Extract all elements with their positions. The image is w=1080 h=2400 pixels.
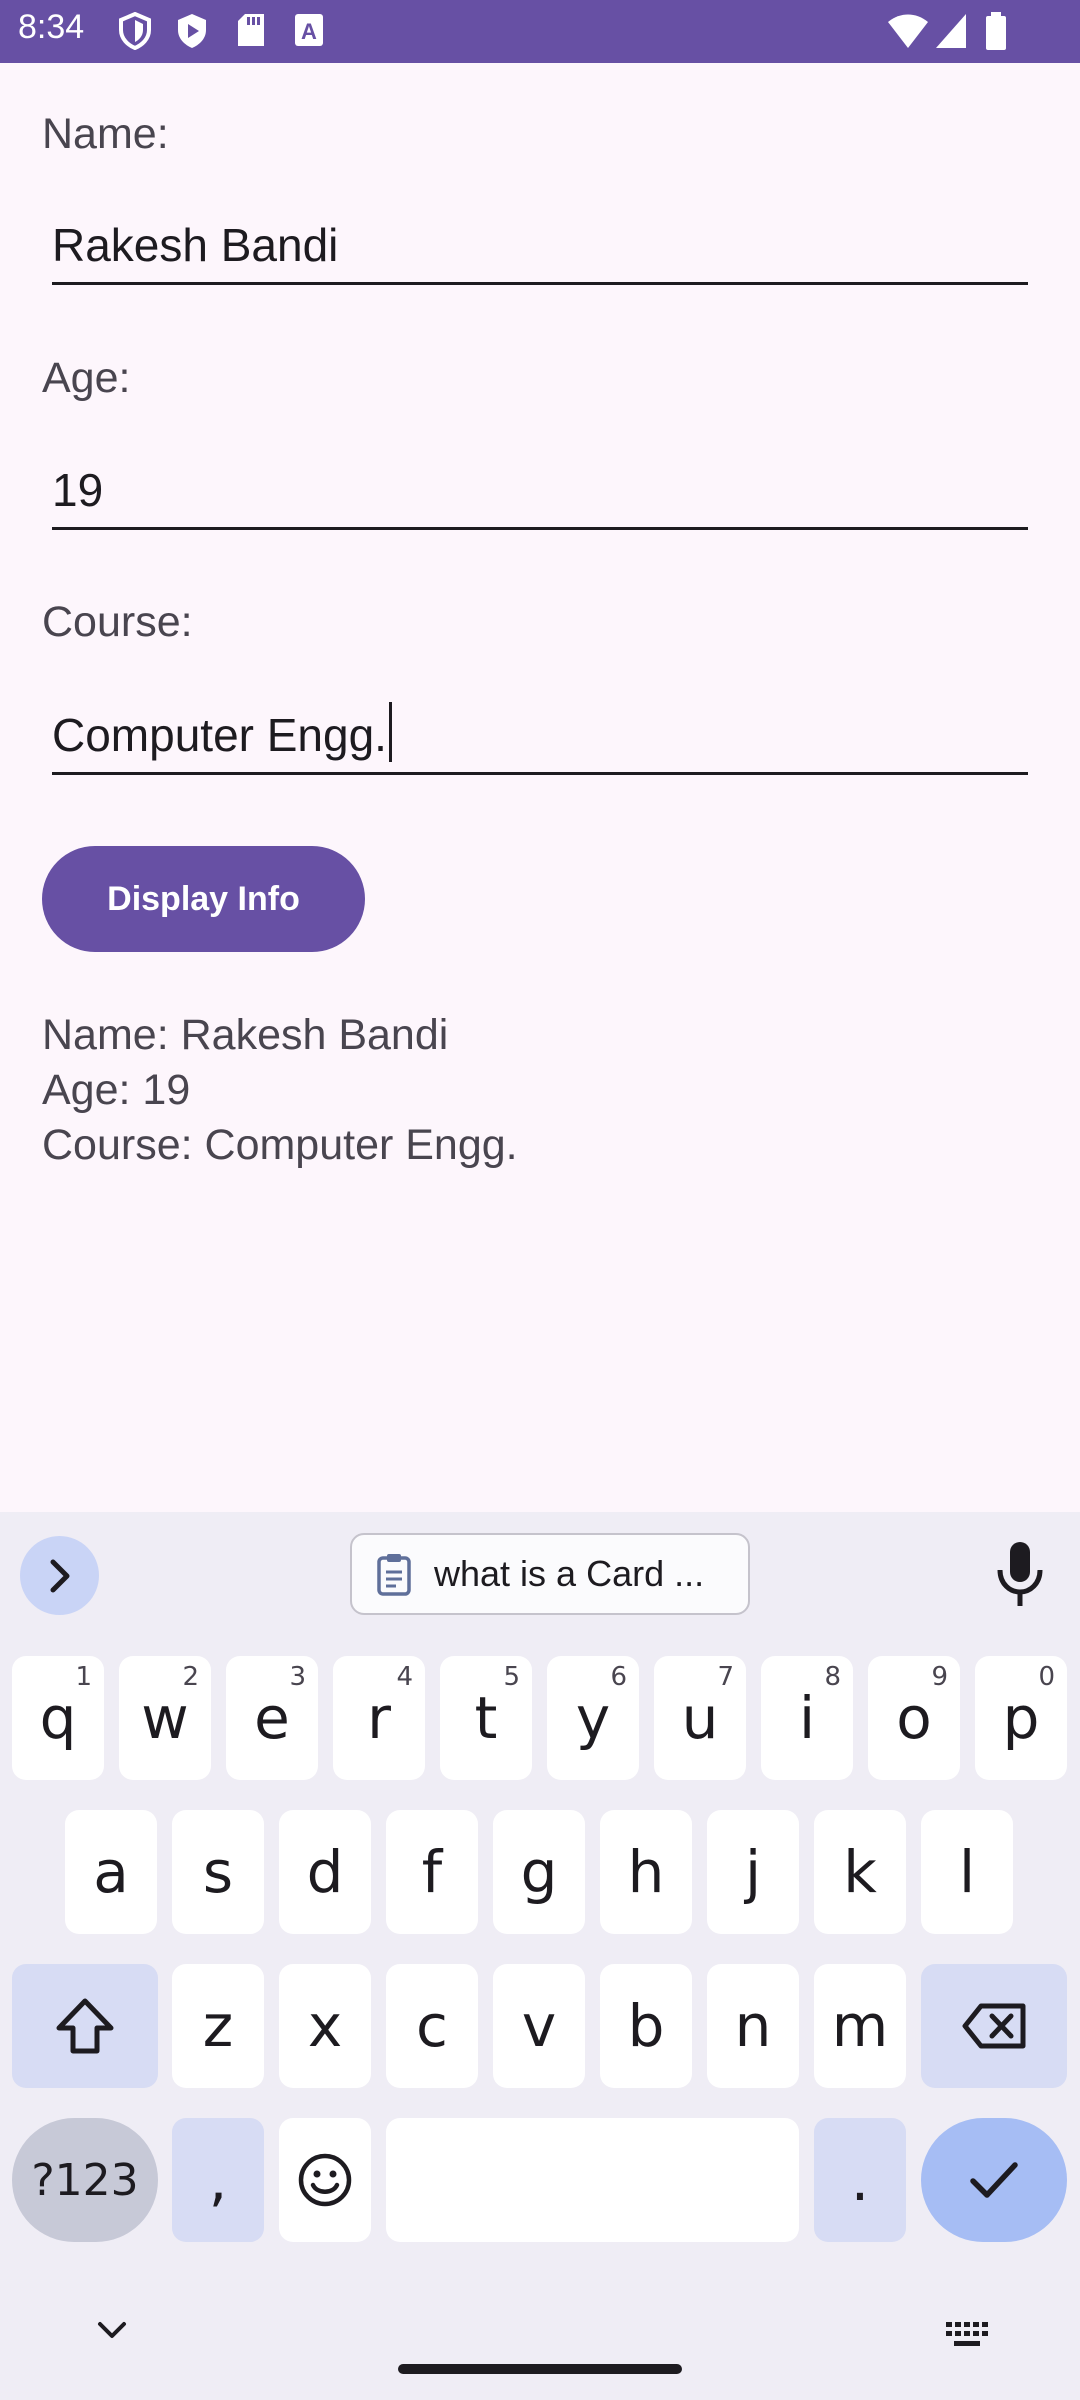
key-e[interactable]: e3 — [226, 1656, 318, 1780]
key-d[interactable]: d — [279, 1810, 371, 1934]
name-input-value: Rakesh Bandi — [52, 219, 339, 271]
key-hint: 8 — [824, 1662, 841, 1692]
key-h[interactable]: h — [600, 1810, 692, 1934]
key-label: p — [1002, 1684, 1040, 1752]
key-label: y — [575, 1684, 611, 1752]
soft-keyboard — [0, 1512, 1080, 2400]
key-hint: 9 — [931, 1662, 948, 1692]
sd-card-icon — [238, 14, 264, 46]
microphone-icon[interactable] — [992, 1540, 1048, 1610]
key-l[interactable]: l — [921, 1810, 1013, 1934]
key-i[interactable]: i8 — [761, 1656, 853, 1780]
key-label: t — [474, 1684, 498, 1752]
info-output: Name: Rakesh Bandi Age: 19 Course: Compu… — [42, 1008, 518, 1173]
key-label: u — [681, 1684, 719, 1752]
key-label: w — [141, 1684, 189, 1752]
period-key[interactable]: . — [814, 2118, 906, 2242]
key-hint: 0 — [1038, 1662, 1055, 1692]
emoji-key[interactable] — [279, 2118, 371, 2242]
emoji-icon — [298, 2153, 352, 2207]
course-input[interactable]: Computer Engg. — [52, 702, 1028, 775]
font-icon: A — [295, 14, 323, 46]
key-g[interactable]: g — [493, 1810, 585, 1934]
key-b[interactable]: b — [600, 1964, 692, 2088]
output-name-line: Name: Rakesh Bandi — [42, 1011, 449, 1059]
key-r[interactable]: r4 — [333, 1656, 425, 1780]
course-label: Course: — [42, 598, 193, 646]
done-key[interactable] — [921, 2118, 1067, 2242]
key-hint: 3 — [289, 1662, 306, 1692]
comma-key[interactable]: , — [172, 2118, 264, 2242]
space-key[interactable] — [386, 2118, 799, 2242]
output-course-line: Course: Computer Engg. — [42, 1121, 518, 1169]
key-j[interactable]: j — [707, 1810, 799, 1934]
age-input-value: 19 — [52, 464, 104, 516]
key-a[interactable]: a — [65, 1810, 157, 1934]
course-input-value: Computer Engg. — [52, 709, 387, 761]
svg-text:A: A — [301, 19, 317, 44]
symbols-key[interactable]: ?123 — [12, 2118, 158, 2242]
name-label: Name: — [42, 110, 169, 158]
key-hint: 2 — [182, 1662, 199, 1692]
backspace-icon — [962, 2003, 1026, 2049]
key-n[interactable]: n — [707, 1964, 799, 2088]
shift-key[interactable] — [12, 1964, 158, 2088]
home-gesture-bar[interactable] — [398, 2364, 682, 2374]
key-t[interactable]: t5 — [440, 1656, 532, 1780]
text-cursor — [388, 702, 392, 762]
key-hint: 6 — [610, 1662, 627, 1692]
shield-icon — [119, 12, 151, 50]
key-c[interactable]: c — [386, 1964, 478, 2088]
key-q[interactable]: q1 — [12, 1656, 104, 1780]
name-input[interactable]: Rakesh Bandi — [52, 215, 1028, 285]
key-w[interactable]: w2 — [119, 1656, 211, 1780]
wifi-icon — [888, 14, 928, 48]
key-label: o — [896, 1684, 932, 1752]
checkmark-icon — [970, 2162, 1018, 2198]
chevron-right-icon — [50, 1559, 69, 1592]
key-label: e — [254, 1684, 290, 1752]
keyboard-switch-icon[interactable] — [944, 2320, 990, 2350]
key-x[interactable]: x — [279, 1964, 371, 2088]
status-time: 8:34 — [18, 8, 85, 46]
clipboard-icon — [377, 1554, 411, 1596]
shift-icon — [56, 1998, 114, 2054]
backspace-key[interactable] — [921, 1964, 1067, 2088]
output-age-line: Age: 19 — [42, 1066, 191, 1114]
status-bar: 8:34 A — [0, 0, 1080, 63]
key-f[interactable]: f — [386, 1810, 478, 1934]
key-hint: 4 — [396, 1662, 413, 1692]
key-z[interactable]: z — [172, 1964, 264, 2088]
play-shield-icon — [178, 14, 206, 48]
key-k[interactable]: k — [814, 1810, 906, 1934]
age-input[interactable]: 19 — [52, 460, 1028, 530]
key-m[interactable]: m — [814, 1964, 906, 2088]
signal-icon — [936, 14, 966, 48]
key-s[interactable]: s — [172, 1810, 264, 1934]
display-info-button[interactable]: Display Info — [42, 846, 365, 952]
key-v[interactable]: v — [493, 1964, 585, 2088]
keyboard-expand-button[interactable] — [20, 1536, 99, 1615]
key-label: i — [798, 1684, 816, 1752]
key-hint: 1 — [75, 1662, 92, 1692]
hide-keyboard-icon[interactable] — [92, 2316, 132, 2344]
key-y[interactable]: y6 — [547, 1656, 639, 1780]
clipboard-suggestion-chip[interactable]: what is a Card ... — [350, 1533, 750, 1615]
key-o[interactable]: o9 — [868, 1656, 960, 1780]
key-p[interactable]: p0 — [975, 1656, 1067, 1780]
key-hint: 7 — [717, 1662, 734, 1692]
suggestion-text: what is a Card ... — [434, 1553, 705, 1594]
key-hint: 5 — [503, 1662, 520, 1692]
key-label: r — [367, 1684, 391, 1752]
key-label: q — [39, 1684, 77, 1752]
age-label: Age: — [42, 354, 131, 402]
battery-icon — [986, 12, 1006, 50]
key-u[interactable]: u7 — [654, 1656, 746, 1780]
